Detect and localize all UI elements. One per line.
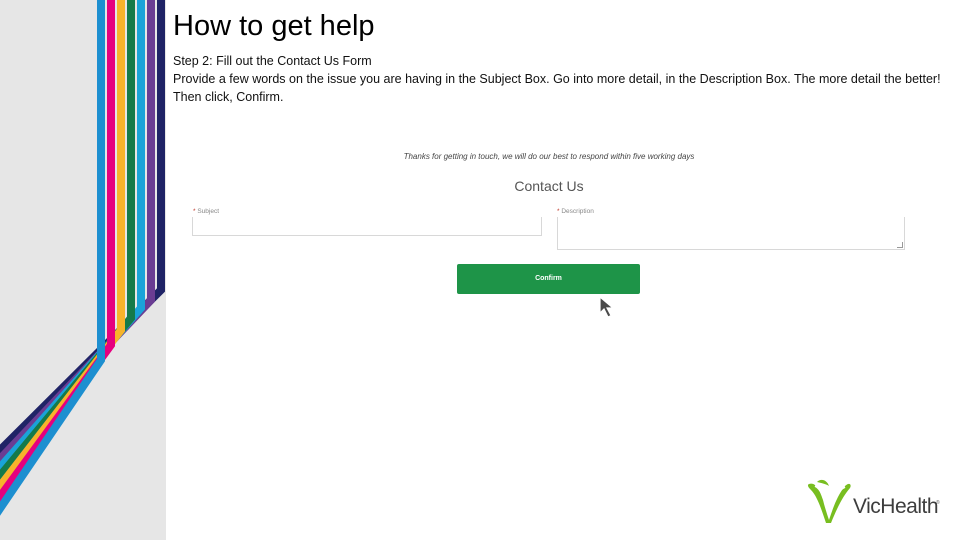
subject-label: * Subject: [193, 208, 219, 215]
resize-handle-icon[interactable]: [897, 242, 903, 248]
contact-form-screenshot: Thanks for getting in touch, we will do …: [190, 140, 910, 330]
form-intro-text: Thanks for getting in touch, we will do …: [403, 152, 695, 161]
vichealth-mark-icon: [807, 479, 851, 523]
subject-label-text: Subject: [197, 208, 220, 215]
slide-title: How to get help: [173, 10, 375, 42]
decorative-stripes: [0, 0, 165, 516]
description-label: * Description: [557, 208, 594, 215]
required-marker: *: [193, 208, 196, 215]
confirm-button[interactable]: Confirm: [457, 264, 640, 294]
mouse-pointer-icon: [599, 295, 615, 318]
vichealth-logo: VicHealth ®: [805, 478, 945, 526]
stripe: [0, 0, 165, 456]
description-label-text: Description: [561, 208, 594, 215]
subject-input[interactable]: [192, 217, 542, 236]
description-textarea[interactable]: [557, 217, 905, 250]
registered-mark: ®: [936, 500, 940, 506]
required-marker: *: [557, 208, 560, 215]
form-title: Contact Us: [514, 178, 584, 194]
step-instructions: Step 2: Fill out the Contact Us Form Pro…: [173, 52, 943, 106]
step-body: Provide a few words on the issue you are…: [173, 72, 941, 104]
vichealth-logo-text: VicHealth: [853, 495, 939, 518]
step-heading: Step 2: Fill out the Contact Us Form: [173, 54, 372, 68]
